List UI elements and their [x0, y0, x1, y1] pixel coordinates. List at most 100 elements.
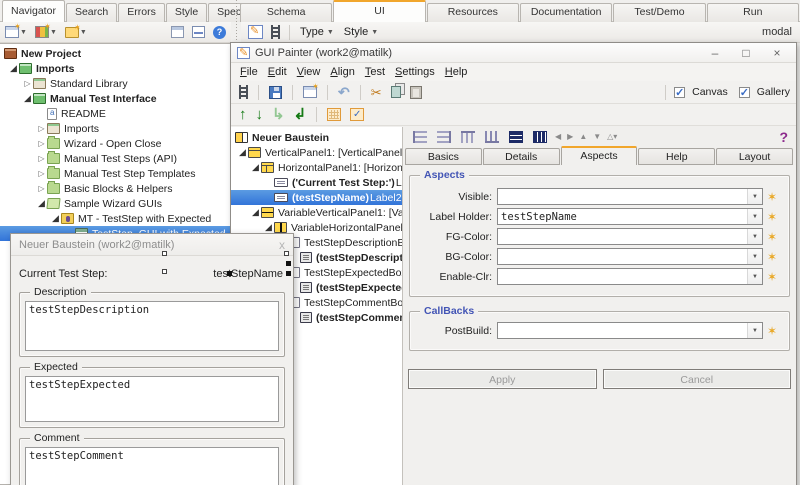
tab-navigator[interactable]: Navigator [2, 0, 65, 22]
aspect-menu-star-icon[interactable]: ✶ [763, 250, 781, 264]
type-menu-button[interactable]: Type▼ [297, 26, 337, 38]
expander-icon[interactable]: ◢ [36, 196, 47, 211]
nav-item-manual-test-interface[interactable]: ◢Manual Test Interface [0, 91, 230, 106]
grid-toggle-button[interactable] [325, 107, 343, 122]
move-up-button[interactable]: ↑ [237, 106, 249, 123]
tab-search[interactable]: Search [66, 3, 117, 22]
combo-dropdown-button[interactable]: ▼ [747, 189, 762, 204]
expected-textarea[interactable]: testStepExpected [25, 376, 279, 422]
move-down-button[interactable]: ↓ [254, 106, 266, 123]
combo-value[interactable] [498, 229, 747, 244]
selection-handle[interactable] [286, 271, 291, 276]
form-title-bar[interactable]: Neuer Baustein (work2@matilk) x [11, 234, 293, 256]
tab-aspects[interactable]: Aspects [561, 146, 638, 165]
canvas-checkbox[interactable] [674, 87, 685, 98]
browse-class-button[interactable] [237, 84, 250, 100]
minimize-button[interactable]: – [702, 46, 728, 60]
same-width-button[interactable] [531, 130, 549, 144]
nav-item-imports[interactable]: ▷Imports [0, 121, 230, 136]
widget-hierarchy-button[interactable] [269, 24, 282, 40]
aspect-menu-star-icon[interactable]: ✶ [763, 230, 781, 244]
menu-file[interactable]: File [235, 66, 263, 78]
menu-test[interactable]: Test [360, 66, 390, 78]
nav-item-sample-wizard-guis[interactable]: ◢Sample Wizard GUIs [0, 196, 230, 211]
close-button[interactable]: × [764, 46, 790, 60]
aspect-combo[interactable]: ▼ [497, 248, 763, 265]
grid-snap-button[interactable]: ✓ [348, 107, 366, 122]
nav-item-mt-teststep-with-expected[interactable]: ◢MT - TestStep with Expected [0, 211, 230, 226]
aspect-menu-star-icon[interactable]: ✶ [763, 210, 781, 224]
expander-icon[interactable]: ◢ [8, 61, 19, 76]
combo-value[interactable] [498, 249, 747, 264]
menu-edit[interactable]: Edit [263, 66, 292, 78]
tab-details[interactable]: Details [483, 148, 560, 165]
comment-textarea[interactable]: testStepComment [25, 447, 279, 485]
nav-item-new-project[interactable]: New Project [0, 46, 230, 61]
help-button[interactable]: ? [211, 25, 228, 40]
nav-item-basic-blocks-helpers[interactable]: ▷Basic Blocks & Helpers [0, 181, 230, 196]
menu-help[interactable]: Help [440, 66, 473, 78]
nav-right-button[interactable]: ▶ [567, 132, 573, 141]
expander-icon[interactable]: ▷ [36, 121, 47, 136]
combo-dropdown-button[interactable]: ▼ [747, 249, 762, 264]
selection-handle[interactable] [284, 251, 289, 256]
selection-handle[interactable] [286, 261, 291, 266]
selection-handle[interactable] [227, 271, 232, 276]
combo-value[interactable] [498, 189, 747, 204]
paste-button[interactable] [408, 85, 424, 100]
combo-value[interactable] [498, 323, 747, 338]
copy-button[interactable] [389, 85, 403, 99]
close-icon[interactable]: x [279, 238, 285, 252]
nav-item-manual-test-step-templates[interactable]: ▷Manual Test Step Templates [0, 166, 230, 181]
nav-item-imports[interactable]: ◢Imports [0, 61, 230, 76]
edit-gui-button[interactable] [246, 24, 265, 40]
widget-item-variableverticalpanel1-variable[interactable]: ◢VariableVerticalPanel1: [Variable [231, 205, 402, 220]
aspect-combo[interactable]: testStepName▼ [497, 208, 763, 225]
nav-up-button[interactable]: ▲ [579, 132, 587, 141]
tab-run[interactable]: Run [707, 3, 799, 22]
combo-dropdown-button[interactable]: ▼ [747, 209, 762, 224]
aspect-menu-star-icon[interactable]: ✶ [763, 190, 781, 204]
new-table-menu-button[interactable]: ▼ [33, 25, 59, 39]
undo-button[interactable]: ↶ [336, 84, 352, 100]
expander-icon[interactable]: ◢ [250, 160, 261, 175]
combo-value[interactable]: testStepName [498, 209, 747, 224]
nav-left-button[interactable]: ◀ [555, 132, 561, 141]
tab-style[interactable]: Style [166, 3, 207, 22]
tab-schema[interactable]: Schema [240, 3, 332, 22]
widget-item-neuer-baustein[interactable]: Neuer Baustein [231, 130, 402, 145]
combo-value[interactable] [498, 269, 747, 284]
callback-combo[interactable]: ▼ [497, 322, 763, 339]
move-into-button[interactable]: ↳ [270, 106, 287, 123]
painter-title-bar[interactable]: GUI Painter (work2@matilk) – □ × [231, 43, 796, 63]
combo-dropdown-button[interactable]: ▼ [747, 229, 762, 244]
expander-icon[interactable]: ▷ [36, 181, 47, 196]
widget-item-horizontalpanel1-horizontalpanel[interactable]: ◢HorizontalPanel1: [HorizontalPanel [231, 160, 402, 175]
tab-layout[interactable]: Layout [716, 148, 793, 165]
tab-resources[interactable]: Resources [427, 3, 519, 22]
tab-ui[interactable]: UI [333, 0, 425, 22]
expander-icon[interactable]: ▷ [36, 136, 47, 151]
new-folder-menu-button[interactable]: ▼ [63, 26, 89, 39]
expander-icon[interactable]: ◢ [250, 205, 261, 220]
menu-align[interactable]: Align [325, 66, 359, 78]
tab-errors[interactable]: Errors [118, 3, 165, 22]
align-left-button[interactable] [411, 130, 429, 144]
widget-item-verticalpanel1-verticalpanelview[interactable]: ◢VerticalPanel1: [VerticalPanelView] [231, 145, 402, 160]
nav-item-standard-library[interactable]: ▷Standard Library [0, 76, 230, 91]
menu-settings[interactable]: Settings [390, 66, 440, 78]
combo-dropdown-button[interactable]: ▼ [747, 269, 762, 284]
tab-test-demo[interactable]: Test/Demo [613, 3, 705, 22]
menu-view[interactable]: View [292, 66, 326, 78]
same-height-button[interactable] [507, 130, 525, 144]
show-window-button[interactable] [169, 25, 186, 39]
maximize-button[interactable]: □ [733, 46, 759, 60]
tab-documentation[interactable]: Documentation [520, 3, 612, 22]
move-out-button[interactable]: ↲ [292, 106, 309, 123]
align-top-button[interactable] [459, 130, 477, 144]
new-spec-button[interactable] [301, 85, 319, 99]
nav-item-readme[interactable]: README [0, 106, 230, 121]
expander-icon[interactable]: ◢ [50, 211, 61, 226]
nav-item-manual-test-steps-api[interactable]: ▷Manual Test Steps (API) [0, 151, 230, 166]
description-textarea[interactable]: testStepDescription [25, 301, 279, 351]
